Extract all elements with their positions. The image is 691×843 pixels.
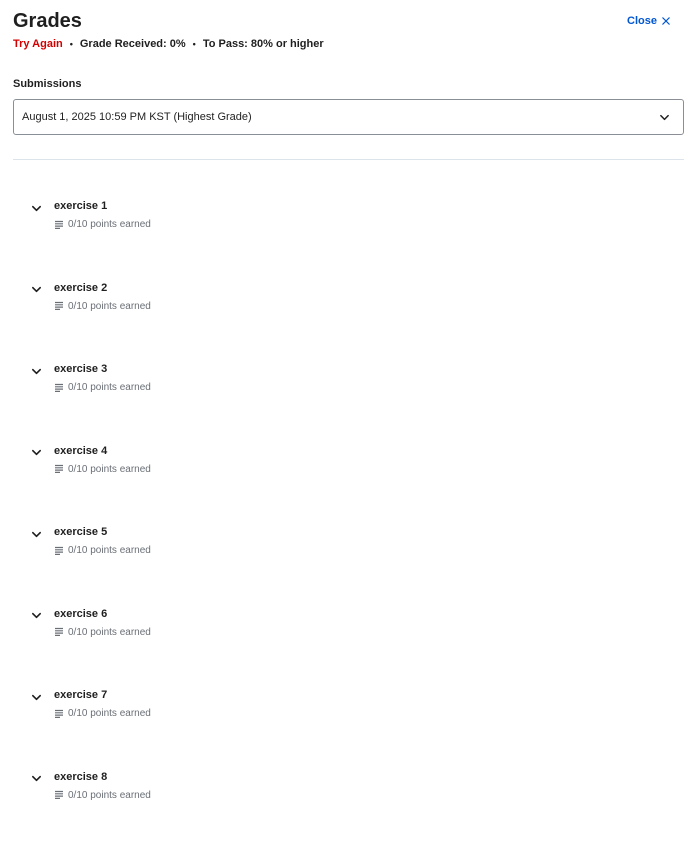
exercise-title[interactable]: exercise 2 [54,282,107,294]
exercise-points: 0/10 points earned [54,464,151,475]
exercise-title[interactable]: exercise 3 [54,363,107,375]
expand-toggle[interactable] [30,691,42,703]
separator-dot: • [192,39,196,49]
chevron-down-icon [31,775,41,782]
exercise-points: 0/10 points earned [54,301,151,312]
separator-dot: • [69,39,73,49]
document-icon [55,709,63,718]
expand-toggle[interactable] [30,528,42,540]
document-icon [55,383,63,392]
chevron-down-icon [31,286,41,293]
submissions-label: Submissions [13,78,82,90]
exercise-item: exercise 5 0/10 points earned [0,525,691,607]
status-badge: Try Again [13,38,63,50]
exercise-item: exercise 3 0/10 points earned [0,362,691,444]
grades-header: Grades Close Try Again • Grade Received:… [13,9,678,51]
document-icon [55,546,63,555]
points-text: 0/10 points earned [68,382,151,393]
chevron-down-icon [31,368,41,374]
exercise-item: exercise 1 0/10 points earned [0,199,691,281]
divider [13,159,684,160]
expand-toggle[interactable] [30,202,42,214]
document-icon [55,301,63,310]
points-text: 0/10 points earned [68,463,151,475]
chevron-down-icon [31,449,41,456]
exercise-title[interactable]: exercise 1 [54,200,107,212]
grade-summary: Try Again • Grade Received: 0% • To Pass… [13,37,678,51]
exercise-points: 0/10 points earned [54,545,151,556]
close-icon [662,17,670,25]
close-button[interactable]: Close [627,15,670,27]
exercise-item: exercise 8 0/10 points earned [0,770,691,843]
document-icon [55,220,63,229]
expand-toggle[interactable] [30,773,42,785]
expand-toggle[interactable] [30,447,42,459]
chevron-down-icon [31,694,41,700]
chevron-down-icon [31,531,41,537]
points-text: 0/10 points earned [68,300,151,312]
document-icon [55,464,63,473]
expand-toggle[interactable] [30,610,42,622]
exercise-title[interactable]: exercise 6 [54,608,107,620]
chevron-down-icon [31,612,41,619]
submission-select[interactable]: August 1, 2025 10:59 PM KST (Highest Gra… [13,99,684,135]
exercise-title[interactable]: exercise 5 [54,526,107,538]
close-label: Close [627,15,657,27]
points-text: 0/10 points earned [68,708,151,719]
points-text: 0/10 points earned [68,626,151,638]
chevron-down-icon [31,205,41,211]
document-icon [55,790,63,799]
exercise-title[interactable]: exercise 8 [54,771,107,783]
exercise-item: exercise 6 0/10 points earned [0,607,691,689]
submission-select-value: August 1, 2025 10:59 PM KST (Highest Gra… [22,111,252,123]
points-text: 0/10 points earned [68,789,151,801]
page-title: Grades [13,10,82,32]
exercise-points: 0/10 points earned [54,790,151,801]
points-text: 0/10 points earned [68,219,151,230]
exercise-title[interactable]: exercise 4 [54,445,107,457]
points-text: 0/10 points earned [68,545,151,556]
exercise-points: 0/10 points earned [54,627,151,638]
exercise-points: 0/10 points earned [54,219,151,230]
exercise-item: exercise 7 0/10 points earned [0,688,691,770]
grades-panel: Grades Close Try Again • Grade Received:… [0,0,691,843]
exercise-list: exercise 1 0/10 points earned exercise 2… [0,199,691,843]
document-icon [55,627,63,636]
pass-requirement: To Pass: 80% or higher [202,38,324,50]
expand-toggle[interactable] [30,284,42,296]
grade-received: Grade Received: 0% [79,38,186,50]
exercise-item: exercise 4 0/10 points earned [0,444,691,526]
exercise-points: 0/10 points earned [54,708,151,719]
exercise-points: 0/10 points earned [54,382,151,393]
chevron-down-icon [660,114,669,120]
expand-toggle[interactable] [30,365,42,377]
exercise-item: exercise 2 0/10 points earned [0,281,691,363]
exercise-title[interactable]: exercise 7 [54,689,107,701]
